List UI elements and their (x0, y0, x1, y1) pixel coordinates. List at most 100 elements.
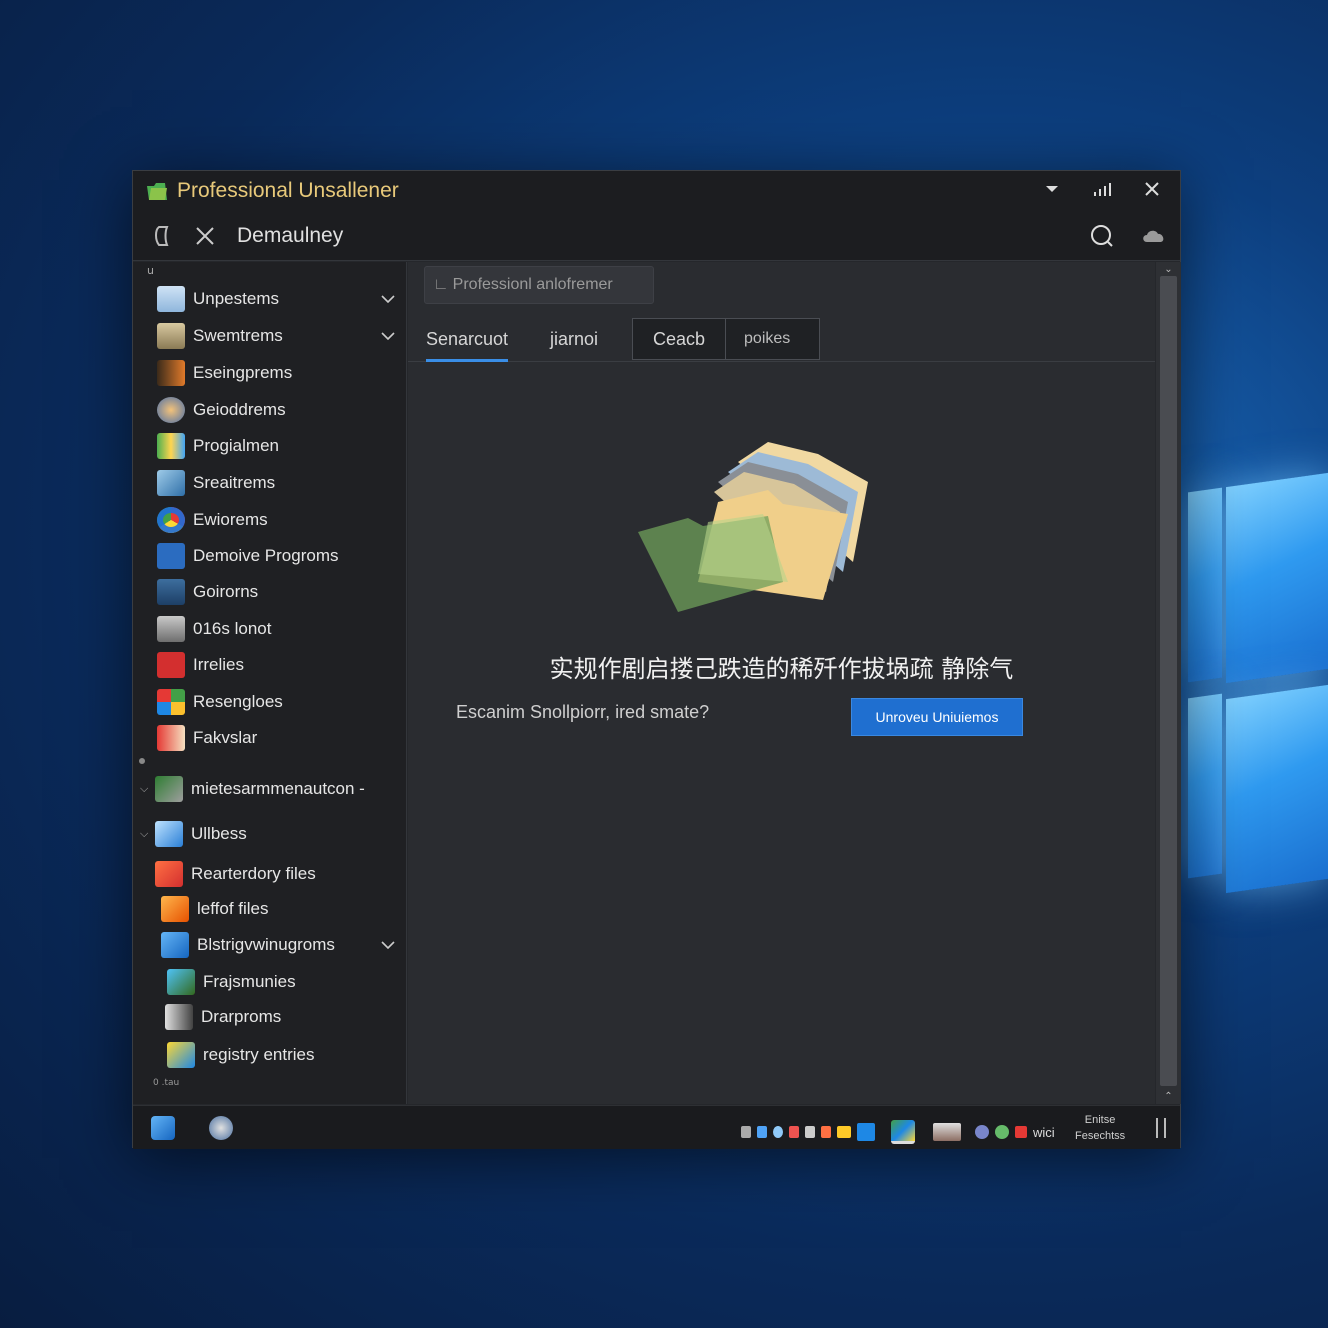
sidebar-item-label: Rearterdory files (191, 864, 316, 883)
sidebar-item-geioddrems[interactable]: Geioddrems (133, 393, 407, 427)
tray-app-icon[interactable] (821, 1126, 831, 1138)
toolbar-title: Demaulney (237, 223, 344, 247)
search-icon[interactable] (1086, 220, 1118, 252)
tray-app-icon[interactable] (857, 1123, 875, 1141)
program-icon (157, 433, 185, 459)
tab-poikes[interactable]: poikes (726, 319, 808, 359)
signal-icon[interactable] (1090, 177, 1114, 201)
start-icon[interactable] (151, 1116, 175, 1140)
program-icon (165, 1004, 193, 1030)
sidebar-item-016s-lonot[interactable]: 016s lonot (133, 612, 407, 646)
sidebar-section-mietesarmmenautcon[interactable]: ⌵ mietesarmmenautcon - (133, 772, 407, 806)
cancel-icon[interactable] (189, 220, 221, 252)
tray-app-icon[interactable] (757, 1126, 767, 1138)
breadcrumb-label: Professionl anlofremer (452, 276, 613, 293)
sidebar-item-label: Frajsmunies (203, 972, 296, 991)
tray-arrow-icon[interactable] (805, 1126, 815, 1138)
sidebar-file-leffof[interactable]: leffof files (133, 892, 407, 926)
question-text: Escanim Snollpiorr, ired smate? (456, 702, 710, 722)
globe-icon[interactable] (209, 1116, 233, 1140)
sidebar-section-ullbess[interactable]: ⌵ Ullbess (133, 817, 407, 851)
program-icon (157, 689, 185, 715)
sidebar-item-goirorns[interactable]: Goirorns (133, 575, 407, 609)
program-icon (157, 725, 185, 751)
program-icon (157, 579, 185, 605)
sidebar-item-progialmen[interactable]: Progialmen (133, 429, 407, 463)
main-panel: ∟ Professionl anlofremer Senarcuot jiarn… (408, 262, 1155, 1104)
toolbar: Demaulney (133, 211, 1180, 261)
vertical-scrollbar[interactable]: ⌄ ⌃ (1156, 262, 1181, 1104)
tray-folder-icon[interactable] (837, 1126, 851, 1138)
sidebar-item-resengloes[interactable]: Resengloes (133, 685, 407, 719)
tab-jiarnoi[interactable]: jiarnoi (550, 316, 598, 362)
tray-app-icon[interactable] (975, 1125, 989, 1139)
sidebar-item-label: Sreaitrems (193, 473, 276, 492)
sidebar-item-label: Swemtrems (193, 326, 283, 345)
tray-network-icon[interactable] (773, 1126, 783, 1138)
program-icon (157, 360, 185, 386)
taskbar: wici Enitse Fesechtss (133, 1105, 1180, 1149)
sidebar-item-ewiorems[interactable]: Ewiorems (133, 503, 407, 537)
sidebar-item-label: Resengloes (193, 692, 283, 711)
breadcrumb[interactable]: ∟ Professionl anlofremer (424, 266, 654, 304)
program-icon (167, 969, 195, 995)
title-bar: Professional Unsallener (133, 171, 1180, 211)
sidebar-item-unpestems[interactable]: Unpestems (133, 282, 407, 316)
sidebar-item-label: Progialmen (193, 436, 279, 455)
sidebar-item-swemtrems[interactable]: Swemtrems (133, 319, 407, 353)
sidebar-file-frajsmunies[interactable]: Frajsmunies (133, 965, 407, 999)
sidebar-file-rearterdory[interactable]: Rearterdory files (133, 857, 407, 891)
sidebar-item-label: registry entries (203, 1045, 315, 1064)
minimize-button[interactable] (1040, 177, 1064, 201)
sidebar-item-label: Fakvslar (193, 728, 258, 747)
sidebar-item-label: Eseingprems (193, 363, 293, 382)
sidebar-file-registry-entries[interactable]: registry entries (133, 1038, 407, 1072)
section-icon (155, 821, 183, 847)
sidebar-item-label: Goirorns (193, 582, 259, 601)
chevron-down-icon[interactable] (379, 936, 397, 954)
uninstall-button[interactable]: Unroveu Uniuiemos (851, 698, 1023, 736)
active-app-icon[interactable] (891, 1120, 915, 1144)
scroll-down-icon[interactable]: ⌃ (1156, 1091, 1181, 1102)
sidebar-item-demoive-progroms[interactable]: Demoive Progroms (133, 539, 407, 573)
tray-grid-icon[interactable] (741, 1126, 751, 1138)
show-desktop-button[interactable] (1156, 1118, 1166, 1138)
tray-alert-icon[interactable] (789, 1126, 799, 1138)
sidebar-item-sreaitrems[interactable]: Sreaitrems (133, 466, 407, 500)
sidebar-item-label: Ewiorems (193, 510, 268, 529)
clock-line1: Enitse (1084, 1114, 1116, 1126)
chevron-down-icon[interactable] (379, 327, 397, 345)
folders-illustration (618, 422, 898, 622)
back-icon[interactable] (147, 220, 179, 252)
program-icon (157, 470, 185, 496)
sidebar-file-drarproms[interactable]: Drarproms (133, 1000, 407, 1034)
sidebar-item-eseingprems[interactable]: Eseingprems (133, 356, 407, 390)
sidebar-item-fakvslar[interactable]: Fakvslar (133, 721, 407, 755)
tab-senarcuot[interactable]: Senarcuot (426, 316, 509, 362)
tray-app-icon[interactable] (1015, 1126, 1027, 1138)
taskbar-clock[interactable]: Enitse Fesechtss (1075, 1112, 1125, 1144)
bullet-dot (139, 758, 145, 764)
sidebar-item-irrelies[interactable]: Irrelies (133, 648, 407, 682)
desktop-windows-logo (1180, 470, 1328, 910)
tab-label: Ceacb (653, 328, 706, 349)
tray-window-icon[interactable] (933, 1123, 961, 1141)
tab-ceacb[interactable]: Ceacb (633, 319, 727, 359)
scroll-up-icon[interactable]: ⌄ (1156, 264, 1181, 275)
registry-icon (167, 1042, 195, 1068)
tray-app-icon[interactable] (995, 1125, 1009, 1139)
sidebar-item-label: Geioddrems (193, 400, 286, 419)
close-button[interactable] (1140, 177, 1164, 201)
program-icon (157, 616, 185, 642)
program-icon (157, 652, 185, 678)
scroll-thumb[interactable] (1160, 276, 1177, 1086)
caret-down-icon[interactable]: ⌵ (140, 783, 150, 796)
sidebar-top-label: u (147, 264, 154, 277)
sidebar-file-blstrigvwinugroms[interactable]: Blstrigvwinugroms (133, 928, 407, 962)
cloud-icon[interactable] (1138, 220, 1170, 252)
program-icon (157, 543, 185, 569)
chevron-down-icon[interactable] (379, 290, 397, 308)
app-window: Professional Unsallener Demaulney u Unpe… (132, 170, 1181, 1149)
caret-down-icon[interactable]: ⌵ (140, 828, 150, 841)
section-icon (155, 776, 183, 802)
